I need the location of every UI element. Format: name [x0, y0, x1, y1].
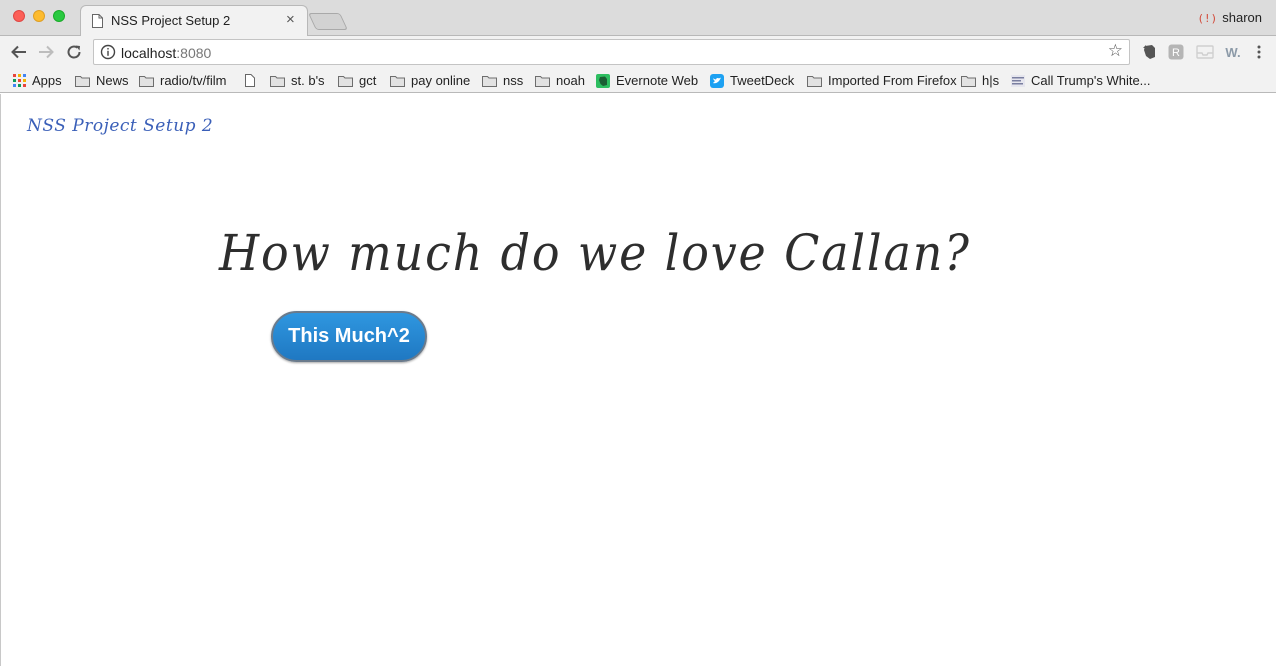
w-extension-button[interactable]: W.	[1222, 43, 1244, 61]
bookmark-label: st. b's	[291, 73, 325, 88]
bookmark-label: radio/tv/film	[160, 73, 227, 88]
bookmarks-bar: Apps News radio/tv/film st. b's gct pay …	[0, 68, 1276, 93]
url-text[interactable]: localhost:8080	[121, 45, 211, 61]
profile-error-icon: (!)	[1197, 12, 1218, 25]
folder-icon	[390, 75, 405, 87]
bookmark-label: Call Trump's White...	[1031, 73, 1151, 88]
page-headline: How much do we love Callan?	[219, 224, 971, 282]
page-icon	[245, 74, 255, 87]
bookmark-label: nss	[503, 73, 524, 88]
svg-text:R: R	[1172, 47, 1180, 59]
tab-strip: NSS Project Setup 2 × (!) sharon	[0, 0, 1276, 37]
folder-icon	[338, 75, 353, 87]
browser-menu-button[interactable]	[1252, 43, 1266, 61]
bookmark-label: pay online	[411, 73, 471, 88]
folder-icon	[482, 75, 497, 87]
bookmark-folder-noah[interactable]: noah	[535, 72, 585, 89]
active-tab[interactable]: NSS Project Setup 2 ×	[80, 5, 308, 37]
new-tab-button[interactable]	[308, 13, 348, 30]
zoom-window-button[interactable]	[53, 10, 65, 22]
bookmark-folder-nss[interactable]: nss	[482, 72, 523, 89]
page-viewport: NSS Project Setup 2 How much do we love …	[0, 94, 1276, 666]
kebab-menu-icon	[1257, 45, 1261, 59]
site-title-link[interactable]: NSS Project Setup 2	[27, 116, 213, 136]
folder-icon	[807, 75, 822, 87]
bookmark-label: gct	[359, 73, 377, 88]
folder-icon	[535, 75, 550, 87]
bookmark-page[interactable]	[245, 72, 261, 89]
close-window-button[interactable]	[13, 10, 25, 22]
minimize-window-button[interactable]	[33, 10, 45, 22]
address-bar[interactable]: localhost:8080 ☆	[93, 39, 1130, 65]
bookmark-call-trumps-white-house[interactable]: Call Trump's White...	[1011, 72, 1151, 89]
evernote-icon	[1142, 45, 1155, 59]
evernote-extension-button[interactable]	[1140, 43, 1158, 61]
forward-button[interactable]	[35, 41, 57, 63]
readkit-extension-button[interactable]: R	[1167, 43, 1185, 61]
url-port: :8080	[176, 45, 212, 61]
bookmark-folder-imported-from-firefox[interactable]: Imported From Firefox	[807, 72, 957, 89]
bookmark-folder-hs[interactable]: h|s	[961, 72, 999, 89]
info-icon[interactable]	[100, 44, 116, 60]
bookmark-folder-news[interactable]: News	[75, 72, 129, 89]
w-extension-icon: W.	[1225, 44, 1241, 60]
bookmark-folder-pay-online[interactable]: pay online	[390, 72, 470, 89]
bookmark-label: News	[96, 73, 129, 88]
bookmark-label: TweetDeck	[730, 73, 795, 88]
tab-title: NSS Project Setup 2	[111, 13, 231, 28]
tweetdeck-icon	[710, 73, 724, 88]
readkit-icon: R	[1168, 44, 1184, 60]
folder-icon	[139, 75, 154, 87]
site-favicon-icon	[1011, 74, 1025, 87]
back-button[interactable]	[8, 41, 30, 63]
bookmark-folder-st-bs[interactable]: st. b's	[270, 72, 325, 89]
bookmark-label: Apps	[32, 73, 62, 88]
back-arrow-icon	[11, 45, 26, 59]
bookmark-evernote-web[interactable]: Evernote Web	[596, 72, 698, 89]
profile-button[interactable]: (!) sharon	[1197, 10, 1262, 25]
browser-toolbar: localhost:8080 ☆ R W.	[0, 36, 1276, 68]
inbox-extension-button[interactable]	[1195, 43, 1215, 61]
evernote-icon	[596, 73, 610, 88]
inbox-icon	[1196, 45, 1214, 59]
reload-icon	[67, 45, 81, 59]
bookmark-label: h|s	[982, 73, 1000, 88]
bookmark-label: noah	[556, 73, 585, 88]
folder-icon	[961, 75, 976, 87]
bookmark-label: Evernote Web	[616, 73, 699, 88]
bookmark-folder-gct[interactable]: gct	[338, 72, 376, 89]
star-icon[interactable]: ☆	[1108, 41, 1123, 61]
this-much-button[interactable]: This Much^2	[271, 311, 427, 362]
forward-arrow-icon	[39, 45, 54, 59]
url-host: localhost	[121, 45, 177, 61]
tab-close-icon[interactable]: ×	[286, 11, 295, 28]
bookmark-label: Imported From Firefox	[828, 73, 957, 88]
page-icon	[92, 14, 103, 28]
apps-grid-icon	[13, 74, 26, 87]
bookmark-folder-radio-tv-film[interactable]: radio/tv/film	[139, 72, 226, 89]
folder-icon	[270, 75, 285, 87]
reload-button[interactable]	[63, 41, 85, 63]
bookmark-tweetdeck[interactable]: TweetDeck	[710, 72, 794, 89]
bookmark-apps[interactable]: Apps	[13, 72, 62, 89]
profile-name: sharon	[1222, 10, 1262, 25]
folder-icon	[75, 75, 90, 87]
